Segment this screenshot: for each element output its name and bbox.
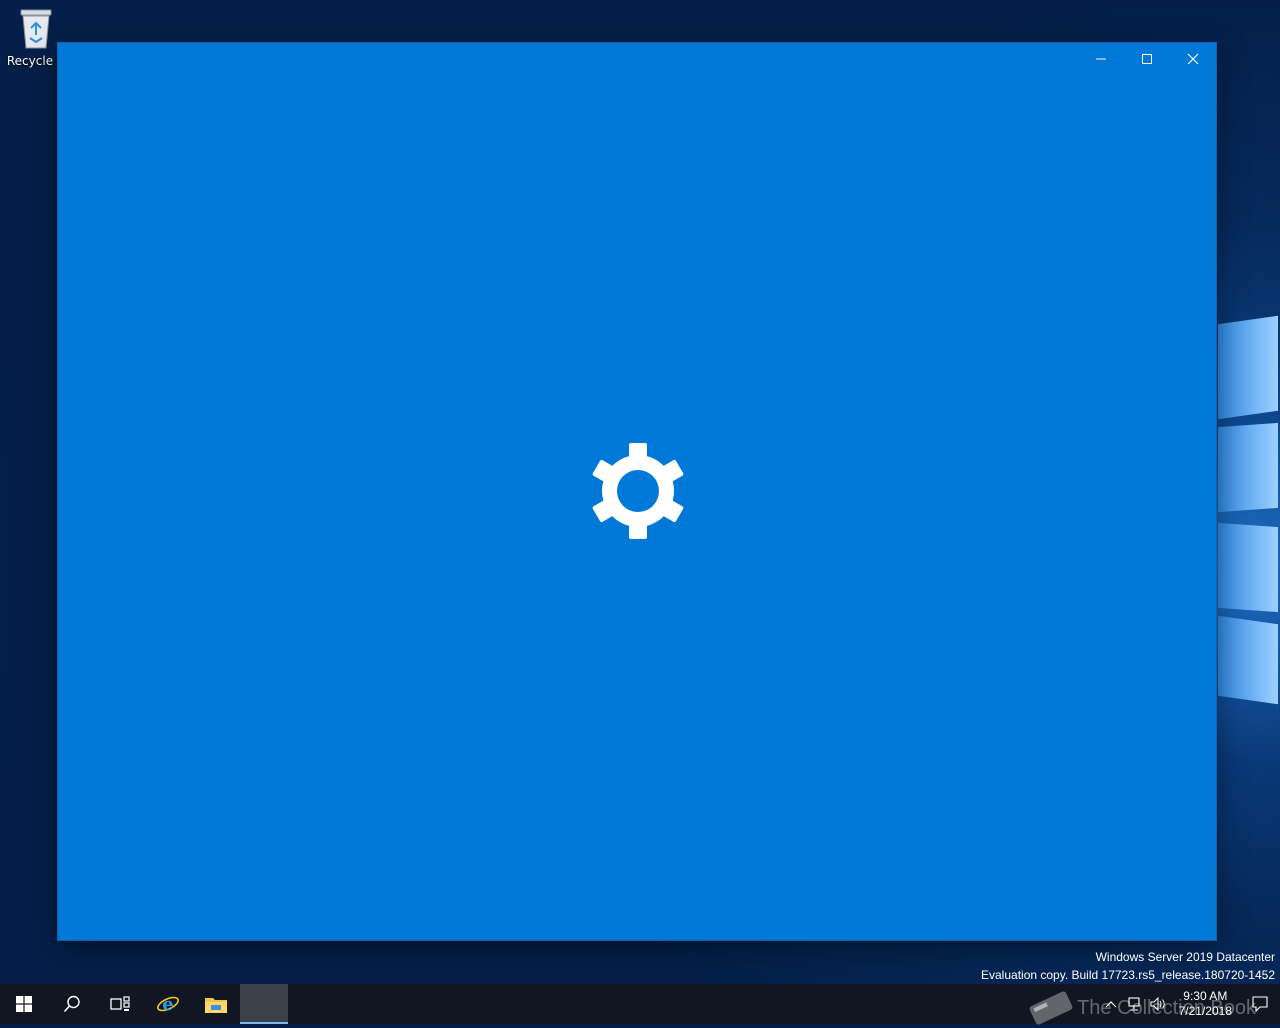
network-icon: [1128, 997, 1140, 1011]
minimize-icon: [1096, 58, 1106, 60]
build-text: Evaluation copy. Build 17723.rs5_release…: [981, 968, 1275, 982]
volume-button[interactable]: [1147, 984, 1171, 1024]
gear-icon: [588, 441, 688, 541]
active-app-taskbar-button[interactable]: [240, 984, 288, 1024]
volume-icon: [1150, 997, 1165, 1011]
task-view-button[interactable]: [96, 984, 144, 1024]
window-title-controls: [1078, 43, 1216, 75]
taskbar-clock[interactable]: 9:30 AM 7/21/2018: [1171, 989, 1240, 1019]
show-hidden-icons-button[interactable]: [1099, 984, 1123, 1024]
clock-date: 7/21/2018: [1178, 1004, 1232, 1018]
svg-text:e: e: [162, 994, 173, 1015]
network-button[interactable]: [1123, 984, 1147, 1024]
search-button[interactable]: [48, 984, 96, 1024]
windows-edition-watermark: Windows Server 2019 Datacenter Evaluatio…: [981, 948, 1275, 984]
action-center-button[interactable]: [1240, 984, 1280, 1024]
chevron-up-icon: [1105, 1001, 1117, 1008]
minimize-button[interactable]: [1078, 43, 1124, 75]
start-icon: [16, 996, 32, 1012]
task-view-icon: [110, 996, 130, 1011]
recycle-bin-icon: [17, 6, 55, 50]
clock-time: 9:30 AM: [1183, 989, 1228, 1003]
settings-app-window[interactable]: [58, 43, 1216, 940]
internet-explorer-taskbar-button[interactable]: e: [144, 984, 192, 1024]
internet-explorer-icon: e: [157, 994, 179, 1015]
maximize-icon: [1142, 54, 1152, 64]
file-explorer-icon: [205, 998, 227, 1013]
edition-text: Windows Server 2019 Datacenter: [1095, 950, 1275, 964]
close-button[interactable]: [1170, 43, 1216, 75]
start-button[interactable]: [0, 984, 48, 1024]
action-center-icon: [1252, 996, 1268, 1012]
taskbar: e 9:30 AM 7/21/2018: [0, 984, 1280, 1024]
maximize-button[interactable]: [1124, 43, 1170, 75]
system-tray: 9:30 AM 7/21/2018: [1099, 984, 1280, 1024]
close-icon: [1187, 53, 1199, 65]
file-explorer-taskbar-button[interactable]: [192, 984, 240, 1024]
search-icon: [63, 995, 80, 1013]
